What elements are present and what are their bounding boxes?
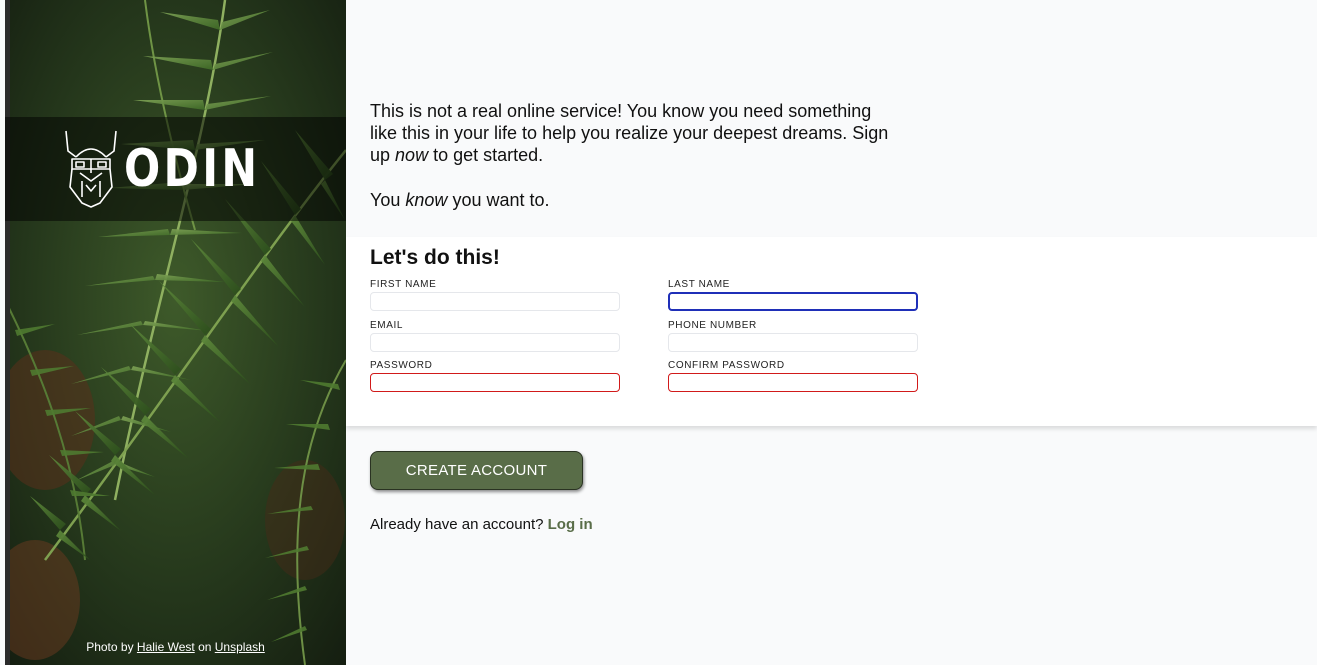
credit-author-link[interactable]: Halie West <box>137 640 195 654</box>
phone-input[interactable] <box>668 333 918 352</box>
logo-banner: ODIN <box>5 117 346 221</box>
password-label: PASSWORD <box>370 360 433 371</box>
email-label: EMAIL <box>370 320 404 331</box>
main-content: This is not a real online service! You k… <box>346 0 1317 665</box>
confirm-password-group: CONFIRM PASSWORD <box>668 360 918 392</box>
login-prompt-text: Already have an account? <box>370 516 544 533</box>
login-link[interactable]: Log in <box>548 516 593 533</box>
hero-edge <box>5 0 10 665</box>
first-name-group: FIRST NAME <box>370 279 620 311</box>
signup-form: Let's do this! FIRST NAME LAST NAME EMAI… <box>346 237 1317 426</box>
photo-credit: Photo by Halie West on Unsplash <box>5 640 346 654</box>
phone-group: PHONE NUMBER <box>668 320 918 352</box>
credit-middle: on <box>198 640 212 654</box>
fern-background-image <box>5 0 346 665</box>
signup-page: ODIN Photo by Halie West on Unsplash Thi… <box>0 0 1317 665</box>
login-prompt: Already have an account? Log in <box>370 516 593 533</box>
email-input[interactable] <box>370 333 620 352</box>
create-account-button[interactable]: CREATE ACCOUNT <box>370 451 583 490</box>
password-input[interactable] <box>370 373 620 392</box>
intro-emphasis: now <box>395 145 429 165</box>
know-text-start: You <box>370 190 401 210</box>
know-emphasis: know <box>405 190 448 210</box>
logo: ODIN <box>60 129 290 209</box>
viking-helmet-icon <box>65 130 118 208</box>
know-text-end: you want to. <box>452 190 550 210</box>
form-title: Let's do this! <box>370 246 500 269</box>
phone-label: PHONE NUMBER <box>668 320 757 331</box>
password-group: PASSWORD <box>370 360 620 392</box>
confirm-password-label: CONFIRM PASSWORD <box>668 360 785 371</box>
intro-text: This is not a real online service! You k… <box>370 100 890 211</box>
last-name-input[interactable] <box>668 292 918 311</box>
email-group: EMAIL <box>370 320 620 352</box>
last-name-label: LAST NAME <box>668 279 730 290</box>
know-paragraph: You know you want to. <box>370 189 890 211</box>
intro-paragraph: This is not a real online service! You k… <box>370 100 890 166</box>
logo-wordmark: ODIN <box>124 139 261 199</box>
first-name-input[interactable] <box>370 292 620 311</box>
first-name-label: FIRST NAME <box>370 279 437 290</box>
intro-text-end: to get started. <box>433 145 544 165</box>
credit-site-link[interactable]: Unsplash <box>215 640 265 654</box>
credit-prefix: Photo by <box>86 640 134 654</box>
confirm-password-input[interactable] <box>668 373 918 392</box>
last-name-group: LAST NAME <box>668 279 918 311</box>
hero-panel: ODIN Photo by Halie West on Unsplash <box>5 0 346 665</box>
